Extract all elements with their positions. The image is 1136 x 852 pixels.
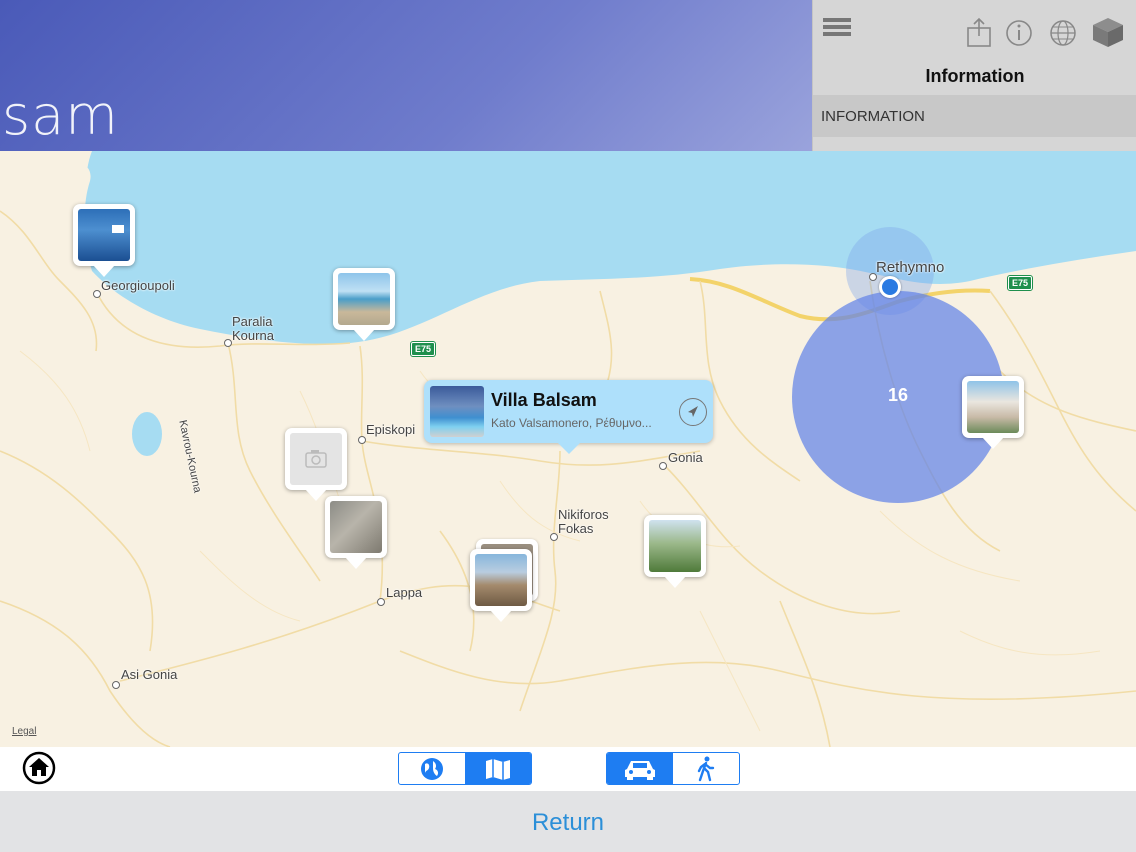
panel-title: Information — [925, 66, 1025, 86]
legal-link[interactable]: Legal — [12, 726, 36, 737]
place-dot — [659, 462, 667, 470]
photo-pin[interactable] — [962, 376, 1024, 449]
home-icon[interactable] — [22, 751, 56, 785]
place-dot — [224, 339, 232, 347]
photo-thumbnail — [475, 554, 527, 606]
globe-icon — [421, 757, 443, 780]
map-icon — [486, 758, 510, 780]
photo-pin-stack[interactable] — [470, 549, 532, 622]
photo-thumbnail-placeholder — [290, 433, 342, 485]
place-dot — [358, 436, 366, 444]
photo-thumbnail — [967, 381, 1019, 433]
callout-subtitle: Kato Valsamonero, Ρέθυμνο... — [491, 416, 652, 430]
place-dot — [93, 290, 101, 298]
photo-pin[interactable] — [333, 268, 395, 341]
share-icon[interactable] — [965, 16, 993, 48]
globe-mode-button[interactable] — [399, 753, 465, 784]
place-dot — [550, 533, 558, 541]
walking-mode-button[interactable] — [673, 753, 739, 784]
road-badge-e75: E75 — [1006, 275, 1034, 291]
walk-icon — [697, 756, 715, 781]
cube-icon[interactable] — [1091, 16, 1125, 48]
place-rethymno: Rethymno — [876, 259, 945, 276]
app-header: sam — [0, 0, 812, 151]
photo-thumbnail — [338, 273, 390, 325]
navigate-arrow-icon[interactable] — [679, 398, 707, 426]
place-dot — [377, 598, 385, 606]
place-paralia-line2: Kourna — [232, 328, 274, 343]
travel-mode-segmented-control — [606, 752, 740, 785]
photo-pin[interactable] — [325, 496, 387, 569]
road-badge-e75: E75 — [409, 341, 437, 357]
photo-thumbnail — [330, 501, 382, 553]
villa-thumbnail — [430, 386, 484, 437]
bottom-bar: Return — [0, 791, 1136, 852]
map-mode-segmented-control — [398, 752, 532, 785]
place-lappa: Lappa — [386, 585, 423, 600]
information-row-label: INFORMATION — [821, 108, 925, 125]
globe-icon[interactable] — [1049, 16, 1077, 48]
place-asi-gonia: Asi Gonia — [121, 667, 178, 682]
photo-thumbnail — [649, 520, 701, 572]
photo-pin[interactable] — [285, 428, 347, 501]
place-paralia-line1: Paralia — [232, 314, 273, 329]
info-icon[interactable] — [1005, 16, 1033, 48]
menu-icon[interactable] — [823, 18, 851, 40]
map-toolbar — [0, 747, 1136, 791]
villa-callout[interactable]: Villa Balsam Kato Valsamonero, Ρέθυμνο..… — [424, 380, 713, 454]
map-mode-button[interactable] — [465, 753, 531, 784]
place-episkopi: Episkopi — [366, 422, 416, 437]
brand-logo-text: sam — [2, 84, 119, 147]
place-gonia: Gonia — [668, 450, 703, 465]
return-button[interactable]: Return — [0, 809, 1136, 837]
photo-pin[interactable] — [73, 204, 135, 277]
photo-thumbnail — [78, 209, 130, 261]
place-nikiforos-line1: Nikiforos — [558, 507, 609, 522]
camera-icon — [305, 450, 327, 468]
car-icon — [625, 760, 655, 780]
place-nikiforos-line2: Fokas — [558, 521, 594, 536]
map-view[interactable]: Georgioupoli Paralia Kourna Kavrou-Kourn… — [0, 151, 1136, 747]
driving-mode-button[interactable] — [607, 753, 673, 784]
place-dot — [112, 681, 120, 689]
callout-title: Villa Balsam — [491, 390, 597, 410]
current-location-dot — [879, 276, 901, 298]
place-georgioupoli: Georgioupoli — [101, 278, 175, 293]
photo-pin[interactable] — [644, 515, 706, 588]
information-row[interactable]: INFORMATION — [813, 95, 1136, 137]
information-panel: Information INFORMATION — [812, 0, 1136, 151]
